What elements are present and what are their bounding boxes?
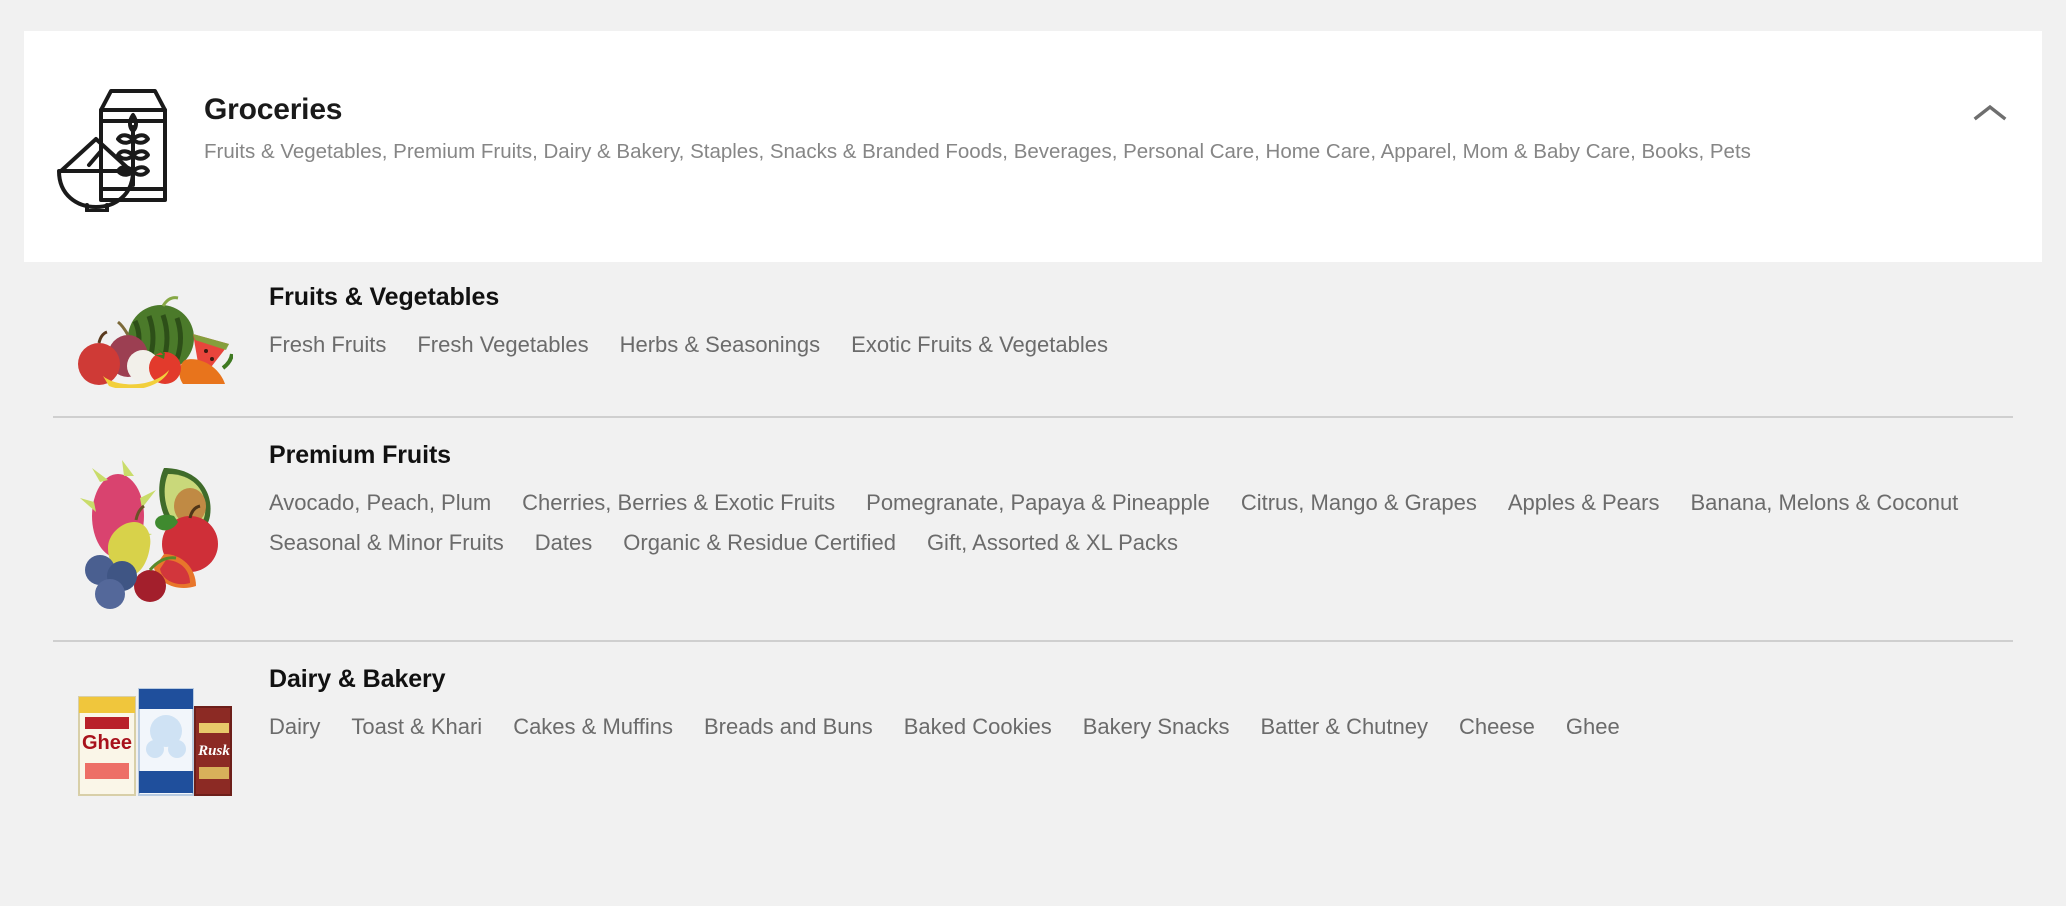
category-header-text: Groceries Fruits & Vegetables, Premium F… xyxy=(204,31,2042,166)
subcategory-link[interactable]: Herbs & Seasonings xyxy=(620,329,821,361)
section-title: Fruits & Vegetables xyxy=(269,283,500,311)
dairy-bakery-photo: Ghee Rusk xyxy=(53,664,253,814)
subcategory-link[interactable]: Cheese xyxy=(1459,711,1535,743)
premium-fruits-photo xyxy=(53,440,253,620)
category-subtitle: Fruits & Vegetables, Premium Fruits, Dai… xyxy=(204,139,1751,163)
section-links: Avocado, Peach, Plum Cherries, Berries &… xyxy=(269,487,2013,559)
fruits-vegetables-photo xyxy=(53,282,253,394)
svg-text:Ghee: Ghee xyxy=(82,732,132,754)
category-header-card[interactable]: Groceries Fruits & Vegetables, Premium F… xyxy=(24,31,2042,262)
svg-text:Rusk: Rusk xyxy=(197,743,230,759)
subcategory-link[interactable]: Cakes & Muffins xyxy=(513,711,673,743)
section-premium-fruits[interactable]: Premium Fruits Avocado, Peach, Plum Cher… xyxy=(0,418,2066,640)
subcategory-link[interactable]: Avocado, Peach, Plum xyxy=(269,487,491,519)
subcategory-sections: Fruits & Vegetables Fresh Fruits Fresh V… xyxy=(0,262,2066,824)
subcategory-link[interactable]: Baked Cookies xyxy=(904,711,1052,743)
page-title: Groceries xyxy=(204,93,343,126)
subcategory-link[interactable]: Cherries, Berries & Exotic Fruits xyxy=(522,487,835,519)
chevron-up-icon xyxy=(1973,103,2007,123)
subcategory-link[interactable]: Apples & Pears xyxy=(1508,487,1660,519)
subcategory-link[interactable]: Dairy xyxy=(269,711,320,743)
subcategory-link[interactable]: Citrus, Mango & Grapes xyxy=(1241,487,1477,519)
section-dairy-bakery[interactable]: Ghee Rusk Dairy & Bakery Dairy Toast & K… xyxy=(0,642,2066,824)
subcategory-link[interactable]: Ghee xyxy=(1566,711,1620,743)
section-links: Dairy Toast & Khari Cakes & Muffins Brea… xyxy=(269,711,2013,743)
subcategory-link[interactable]: Fresh Vegetables xyxy=(417,329,588,361)
subcategory-link[interactable]: Toast & Khari xyxy=(351,711,482,743)
collapse-toggle-button[interactable] xyxy=(1964,87,2016,139)
section-fruits-vegetables[interactable]: Fruits & Vegetables Fresh Fruits Fresh V… xyxy=(0,262,2066,416)
subcategory-link[interactable]: Pomegranate, Papaya & Pineapple xyxy=(866,487,1210,519)
section-title: Premium Fruits xyxy=(269,441,451,469)
category-browse-page: Groceries Fruits & Vegetables, Premium F… xyxy=(0,0,2066,906)
subcategory-link[interactable]: Fresh Fruits xyxy=(269,329,386,361)
subcategory-link[interactable]: Gift, Assorted & XL Packs xyxy=(927,527,1178,559)
section-title: Dairy & Bakery xyxy=(269,665,446,693)
subcategory-link[interactable]: Batter & Chutney xyxy=(1260,711,1428,743)
groceries-bowl-packet-icon xyxy=(24,59,204,229)
subcategory-link[interactable]: Breads and Buns xyxy=(704,711,873,743)
subcategory-link[interactable]: Seasonal & Minor Fruits xyxy=(269,527,504,559)
section-links: Fresh Fruits Fresh Vegetables Herbs & Se… xyxy=(269,329,2013,361)
subcategory-link[interactable]: Organic & Residue Certified xyxy=(623,527,896,559)
subcategory-link[interactable]: Exotic Fruits & Vegetables xyxy=(851,329,1108,361)
subcategory-link[interactable]: Bakery Snacks xyxy=(1083,711,1230,743)
subcategory-link[interactable]: Banana, Melons & Coconut xyxy=(1690,487,1958,519)
subcategory-link[interactable]: Dates xyxy=(535,527,592,559)
